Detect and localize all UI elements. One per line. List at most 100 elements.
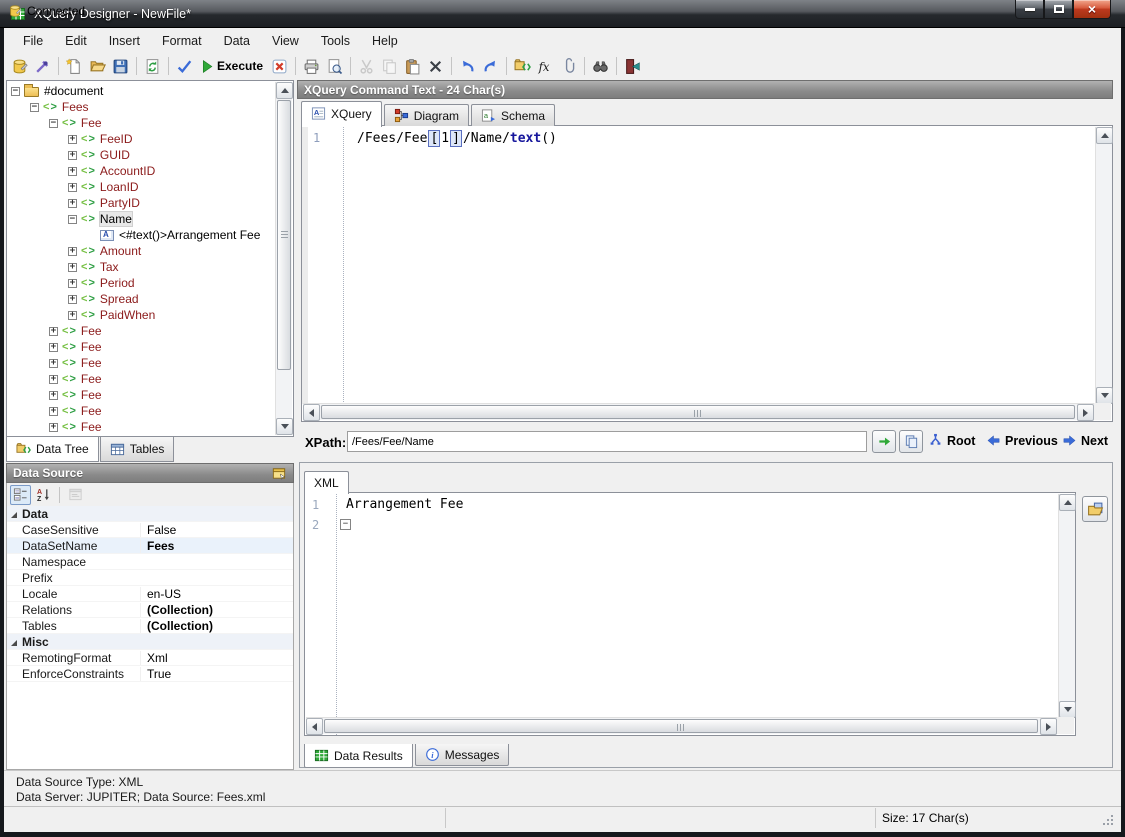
menu-item[interactable]: Insert [98, 30, 151, 52]
tree-expander[interactable] [68, 263, 77, 272]
tree-expander[interactable] [68, 183, 77, 192]
tree-expander[interactable] [68, 199, 77, 208]
tree-item[interactable]: Fee [7, 323, 275, 339]
tree-expander[interactable] [68, 151, 77, 160]
property-row[interactable]: Relations (Collection) [7, 602, 293, 618]
print-button[interactable] [300, 55, 323, 77]
xml-line[interactable]: 2 [305, 516, 1075, 533]
tree-expander[interactable] [68, 247, 77, 256]
undo-button[interactable] [456, 55, 479, 77]
property-value[interactable]: (Collection) [140, 603, 293, 617]
tree-expander[interactable] [68, 311, 77, 320]
editor-vertical-scrollbar[interactable] [1095, 127, 1112, 404]
tree-item[interactable]: Tax [7, 259, 275, 275]
tree-item[interactable]: AccountID [7, 163, 275, 179]
scroll-up-arrow[interactable] [276, 82, 293, 99]
open-result-file-button[interactable] [1082, 496, 1108, 522]
tree-expander[interactable] [49, 391, 58, 400]
datasource-button[interactable] [8, 55, 31, 77]
scroll-right-arrow[interactable] [1040, 718, 1057, 735]
tab-tables[interactable]: Tables [100, 437, 175, 462]
scroll-thumb[interactable] [277, 100, 291, 370]
tree-expander[interactable] [68, 295, 77, 304]
xpath-input[interactable] [347, 431, 867, 452]
property-row[interactable]: DataSetName Fees [7, 538, 293, 554]
xml-line[interactable]: 1 Arrangement Fee [305, 496, 1075, 513]
property-row[interactable]: Locale en-US [7, 586, 293, 602]
categorized-button[interactable] [10, 485, 31, 505]
tab-data-results[interactable]: Data Results [304, 744, 413, 768]
results-vertical-scrollbar[interactable] [1058, 494, 1075, 718]
xpath-copy-button[interactable] [899, 430, 923, 453]
property-row[interactable]: Data [7, 506, 293, 522]
tree-expander[interactable] [49, 119, 58, 128]
tree-item[interactable]: Fee [7, 371, 275, 387]
tree-item[interactable]: GUID [7, 147, 275, 163]
collapse-box[interactable] [340, 519, 351, 530]
menu-item[interactable]: View [261, 30, 310, 52]
property-value[interactable]: False [140, 523, 293, 537]
validate-button[interactable] [173, 55, 196, 77]
tab-xml[interactable]: XML [304, 471, 349, 494]
property-row[interactable]: Misc [7, 634, 293, 650]
menu-item[interactable]: Format [151, 30, 213, 52]
tree-item[interactable]: Period [7, 275, 275, 291]
tree-vertical-scrollbar[interactable] [275, 82, 292, 435]
tree-expander[interactable] [11, 87, 20, 96]
xquery-editor[interactable]: 1 /Fees/Fee[1]/Name/text() [301, 125, 1113, 422]
tree-item[interactable]: <#text()>Arrangement Fee [7, 227, 275, 243]
minimize-button[interactable] [1015, 0, 1044, 19]
resize-grip[interactable] [1103, 815, 1115, 827]
tree-item[interactable]: Amount [7, 243, 275, 259]
scroll-down-arrow[interactable] [276, 418, 293, 435]
tree-item[interactable]: Fees [7, 99, 275, 115]
tree-expander[interactable] [49, 359, 58, 368]
tree-expander[interactable] [49, 327, 58, 336]
tree-expander[interactable] [68, 215, 77, 224]
tree-item[interactable]: PartyID [7, 195, 275, 211]
code-text[interactable]: /Fees/Fee[1]/Name/text() [343, 131, 557, 146]
stop-button[interactable] [268, 55, 291, 77]
next-button[interactable]: Next [1062, 433, 1108, 448]
root-button[interactable]: Root [928, 433, 975, 448]
scroll-down-arrow[interactable] [1096, 387, 1113, 404]
tree-expander[interactable] [49, 343, 58, 352]
scroll-up-arrow[interactable] [1059, 494, 1076, 511]
results-horizontal-scrollbar[interactable] [306, 717, 1057, 734]
tab-data-tree[interactable]: Data Tree [6, 437, 99, 462]
menu-item[interactable]: File [12, 30, 54, 52]
scroll-up-arrow[interactable] [1096, 127, 1113, 144]
properties-window-icon[interactable] [271, 466, 287, 481]
maximize-button[interactable] [1044, 0, 1073, 19]
previous-button[interactable]: Previous [986, 433, 1058, 448]
tree-item[interactable]: Fee [7, 419, 275, 435]
tree-expander[interactable] [49, 375, 58, 384]
tree-expander[interactable] [49, 423, 58, 432]
attach-button[interactable] [557, 55, 580, 77]
property-row[interactable]: Namespace [7, 554, 293, 570]
close-button[interactable]: × [1073, 0, 1111, 19]
menu-item[interactable]: Edit [54, 30, 98, 52]
tab-schema[interactable]: Schema [471, 104, 555, 126]
property-value[interactable]: True [140, 667, 293, 681]
tree-item[interactable]: Spread [7, 291, 275, 307]
property-row[interactable]: CaseSensitive False [7, 522, 293, 538]
xml-results-editor[interactable]: 1 Arrangement Fee 2 [304, 492, 1076, 736]
property-row[interactable]: EnforceConstraints True [7, 666, 293, 682]
scroll-right-arrow[interactable] [1077, 404, 1094, 421]
open-button[interactable] [86, 55, 109, 77]
property-row[interactable]: Prefix [7, 570, 293, 586]
tree-expander[interactable] [68, 279, 77, 288]
tree-item[interactable]: Fee [7, 403, 275, 419]
new-button[interactable] [63, 55, 86, 77]
exit-button[interactable] [621, 55, 644, 77]
tab-xquery[interactable]: XQuery [301, 101, 382, 127]
tree-item[interactable]: Fee [7, 387, 275, 403]
property-row[interactable]: RemotingFormat Xml [7, 650, 293, 666]
tree-item[interactable]: Fee [7, 339, 275, 355]
function-button[interactable] [534, 55, 557, 77]
tree-item[interactable]: Fee [7, 355, 275, 371]
tree-expander[interactable] [68, 167, 77, 176]
xquery-editor-content[interactable]: 1 /Fees/Fee[1]/Name/text() [302, 126, 1095, 404]
scroll-left-arrow[interactable] [306, 718, 323, 735]
